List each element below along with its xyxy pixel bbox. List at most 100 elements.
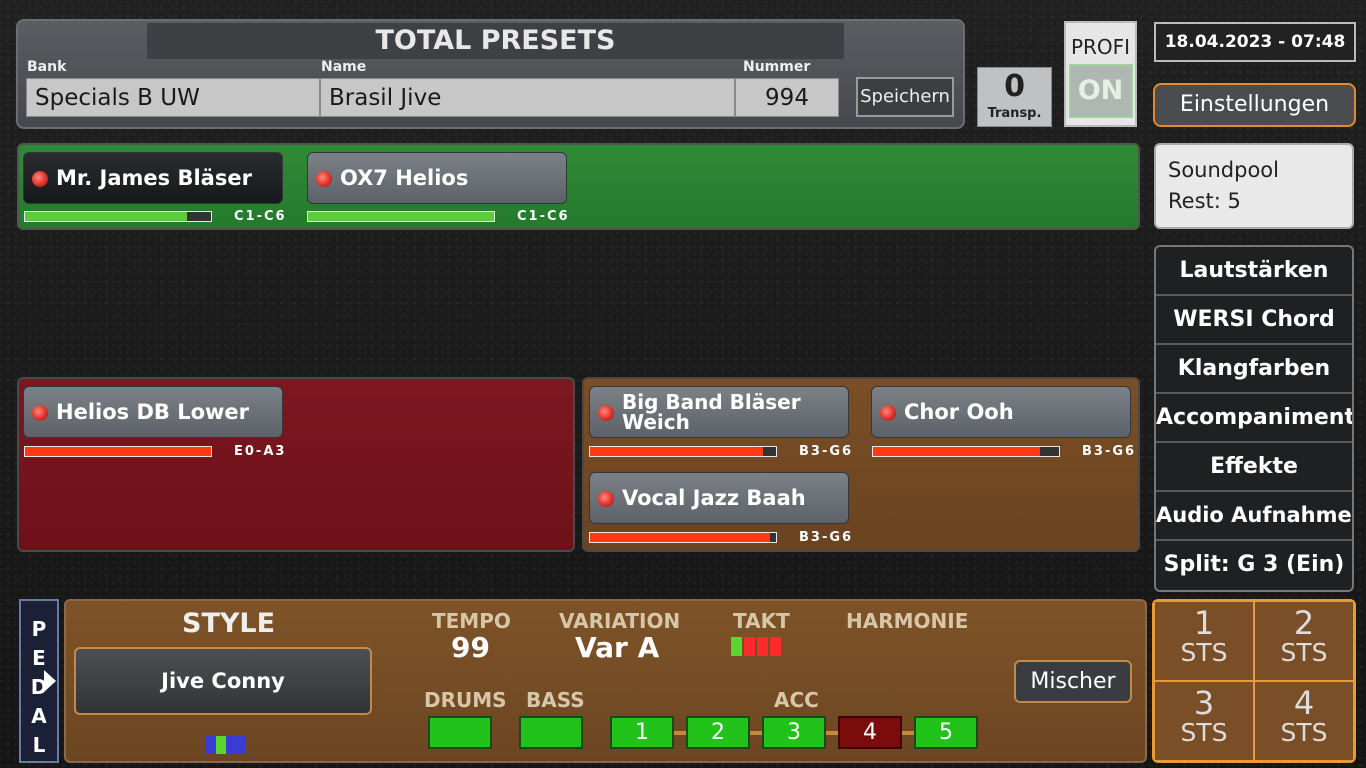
menu-item-sounds[interactable]: Klangfarben [1156,345,1352,394]
voice-name: Big Band Bläser Weich [622,390,801,434]
sts-number: 4 [1293,684,1315,722]
sts-number: 2 [1293,604,1315,642]
led-icon [598,405,614,421]
style-title: STYLE [182,608,276,639]
range-bar-upper-2[interactable] [307,211,495,222]
voice-button-upper-1[interactable]: Mr. James Bläser [23,152,283,204]
voice-name: Vocal Jazz Baah [622,486,806,510]
play-arrow-icon [44,670,56,692]
acc-pad-5[interactable]: 5 [914,716,978,749]
led-icon [598,491,614,507]
pedal-letter: E [32,646,46,670]
bass-label: BASS [526,688,585,712]
acc-connector [902,731,914,735]
menu-item-effects[interactable]: Effekte [1156,443,1352,492]
name-field[interactable]: Brasil Jive [320,78,735,117]
acc-pad-3[interactable]: 3 [762,716,826,749]
name-label: Name [321,59,367,75]
range-fill [590,447,763,456]
bank-field[interactable]: Specials B UW [26,78,320,117]
profi-label: PROFI [1070,35,1131,59]
takt-label: TAKT [733,609,790,633]
range-label: B3-G6 [799,444,854,459]
range-label: B3-G6 [1082,444,1137,459]
range-fill [25,447,211,456]
range-fill [873,447,1041,456]
range-fill [25,212,187,221]
tempo-label: TEMPO [432,609,511,633]
sts-label: STS [1280,638,1328,667]
sts-button-2[interactable]: 2 STS [1254,601,1354,681]
sts-button-3[interactable]: 3 STS [1154,681,1254,761]
profi-on-button[interactable]: ON [1068,64,1133,118]
voice-button-lower2-2[interactable]: Chor Ooh [871,386,1131,438]
style-select-button[interactable]: Jive Conny [74,647,372,715]
acc-pad-2[interactable]: 2 [686,716,750,749]
variation-label: VARIATION [559,609,681,633]
transpose-value: 0 [1004,69,1025,104]
acc-pad-4[interactable]: 4 [838,716,902,749]
range-label: B3-G6 [799,530,854,545]
datetime-display: 18.04.2023 - 07:48 [1154,22,1356,62]
save-button[interactable]: Speichern [856,77,954,117]
drums-pad[interactable] [428,716,492,749]
menu-item-split[interactable]: Split: G 3 (Ein) [1156,541,1352,590]
menu-item-audio-recording[interactable]: Audio Aufnahmen [1156,492,1352,541]
range-label: C1-C6 [234,209,287,224]
soundpool-rest: Rest: 5 [1168,189,1241,213]
voice-name: Chor Ooh [904,400,1014,424]
led-icon [316,171,332,187]
voice-button-lower2-1[interactable]: Big Band Bläser Weich [589,386,849,438]
acc-connector [826,731,838,735]
number-label: Nummer [743,59,811,75]
voice-name: Mr. James Bläser [56,166,252,190]
sts-button-1[interactable]: 1 STS [1154,601,1254,681]
transpose-display[interactable]: 0 Transp. [977,67,1052,127]
range-bar-lower2-3[interactable] [589,532,777,543]
voice-name: OX7 Helios [340,166,469,190]
tempo-value[interactable]: 99 [451,631,490,664]
menu-item-volumes[interactable]: Lautstärken [1156,247,1352,296]
range-bar-lower2-1[interactable] [589,446,777,457]
sts-button-4[interactable]: 4 STS [1254,681,1354,761]
menu-item-wersi-chord[interactable]: WERSI Chord [1156,296,1352,345]
acc-label: ACC [774,688,819,712]
acc-connector [750,731,762,735]
pedal-letter: L [32,733,46,757]
side-menu: Lautstärken WERSI Chord Klangfarben Acco… [1154,245,1354,592]
range-bar-lower2-2[interactable] [872,446,1060,457]
soundpool-box[interactable]: Soundpool Rest: 5 [1154,143,1354,229]
preset-panel: TOTAL PRESETS Bank Name Nummer Specials … [16,19,965,129]
voice-name: Helios DB Lower [56,400,250,424]
bass-pad[interactable] [519,716,583,749]
number-field[interactable]: 994 [735,78,839,117]
profi-toggle[interactable]: PROFI ON [1064,21,1137,127]
acc-pad-1[interactable]: 1 [610,716,674,749]
sts-label: STS [1280,718,1328,747]
takt-indicator [731,637,781,656]
range-bar-lower-1[interactable] [24,446,212,457]
led-icon [32,405,48,421]
bank-label: Bank [27,59,67,75]
range-bar-upper-1[interactable] [24,211,212,222]
soundpool-title: Soundpool [1168,158,1279,182]
transpose-label: Transp. [987,106,1042,121]
drums-label: DRUMS [424,688,507,712]
pedal-letter: P [31,617,47,641]
voice-button-lower2-3[interactable]: Vocal Jazz Baah [589,472,849,524]
sts-label: STS [1180,718,1228,747]
settings-button[interactable]: Einstellungen [1153,83,1356,127]
menu-item-accompaniment[interactable]: Accompaniment [1156,394,1352,443]
voice-button-upper-2[interactable]: OX7 Helios [307,152,567,204]
mixer-button[interactable]: Mischer [1014,660,1132,703]
harmonie-label: HARMONIE [846,609,969,633]
range-label: E0-A3 [234,444,287,459]
sts-label: STS [1180,638,1228,667]
acc-connector [674,731,686,735]
variation-value[interactable]: Var A [575,631,659,664]
sts-number: 1 [1193,604,1215,642]
voice-button-lower-1[interactable]: Helios DB Lower [23,386,283,438]
led-icon [880,405,896,421]
sts-grid: 1 STS 2 STS 3 STS 4 STS [1152,599,1356,763]
sts-number: 3 [1193,684,1215,722]
